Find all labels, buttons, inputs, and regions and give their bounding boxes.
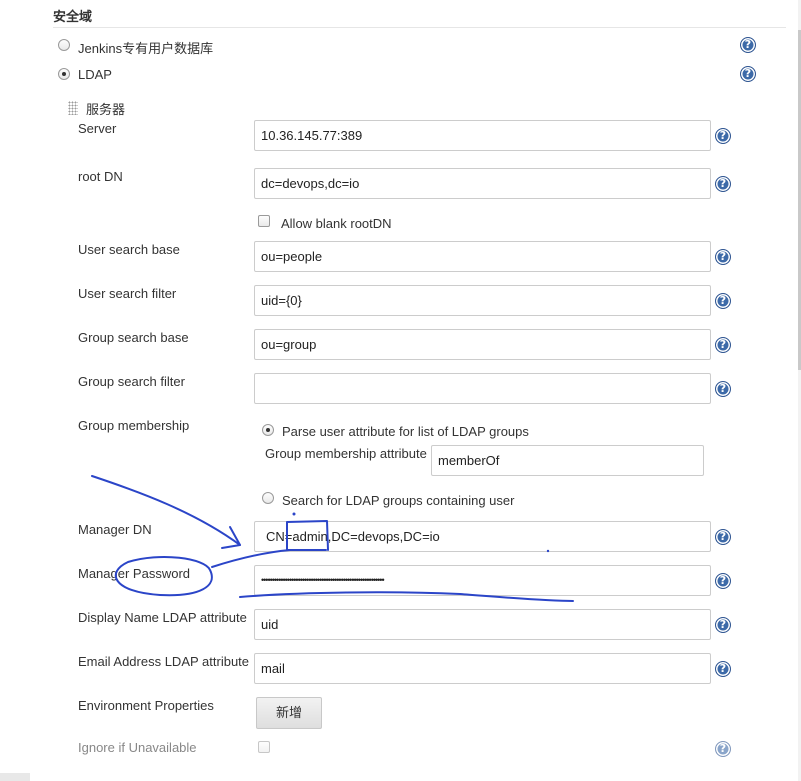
help-icon[interactable]: ? (715, 381, 731, 397)
allow-blank-rootdn-checkbox[interactable] (258, 215, 270, 227)
group-search-base-input[interactable]: ou=group (254, 329, 711, 360)
user-search-filter-input[interactable]: uid={0} (254, 285, 711, 316)
manager-password-label: Manager Password (78, 566, 190, 581)
user-search-filter-label: User search filter (78, 286, 177, 301)
allow-blank-rootdn-label: Allow blank rootDN (281, 216, 392, 231)
group-search-filter-input[interactable] (254, 373, 711, 404)
group-membership-label: Group membership (78, 418, 190, 433)
help-icon[interactable]: ? (715, 249, 731, 265)
manager-dn-input[interactable]: CN=admin,DC=devops,DC=io (254, 521, 711, 552)
page-corner (0, 773, 30, 781)
realm-ldap-label: LDAP (78, 67, 112, 82)
group-membership-attribute-label: Group membership attribute (265, 446, 427, 461)
help-icon[interactable]: ? (715, 573, 731, 589)
root-dn-label: root DN (78, 169, 123, 184)
realm-ldap-radio[interactable] (58, 68, 70, 80)
group-search-filter-label: Group search filter (78, 374, 185, 389)
manager-password-input[interactable]: ••••••••••••••••••••••••••••••••••••••••… (254, 565, 711, 596)
email-attr-label: Email Address LDAP attribute (78, 654, 250, 669)
user-search-base-label: User search base (78, 242, 180, 257)
help-icon[interactable]: ? (715, 741, 731, 757)
help-icon[interactable]: ? (740, 66, 756, 82)
help-icon[interactable]: ? (715, 337, 731, 353)
annotation-arrow-head (221, 526, 241, 549)
realm-jenkins-radio[interactable] (58, 39, 70, 51)
help-icon[interactable]: ? (715, 617, 731, 633)
ignore-unavailable-checkbox[interactable] (258, 741, 270, 753)
annotation-dot (292, 512, 296, 516)
manager-dn-label: Manager DN (78, 522, 152, 537)
section-divider (53, 27, 786, 28)
help-icon[interactable]: ? (715, 128, 731, 144)
env-properties-label: Environment Properties (78, 698, 214, 713)
email-attr-input[interactable]: mail (254, 653, 711, 684)
help-icon[interactable]: ? (715, 176, 731, 192)
server-input[interactable]: 10.36.145.77:389 (254, 120, 711, 151)
group-membership-search-radio[interactable] (262, 492, 274, 504)
ignore-unavailable-label: Ignore if Unavailable (78, 740, 197, 755)
user-search-base-input[interactable]: ou=people (254, 241, 711, 272)
display-name-attr-label: Display Name LDAP attribute (78, 610, 247, 625)
help-icon[interactable]: ? (740, 37, 756, 53)
group-membership-parse-label: Parse user attribute for list of LDAP gr… (282, 424, 529, 439)
server-label: Server (78, 121, 117, 136)
display-name-attr-input[interactable]: uid (254, 609, 711, 640)
server-group-title: 服务器 (86, 102, 126, 117)
group-search-base-label: Group search base (78, 330, 189, 345)
group-membership-search-label: Search for LDAP groups containing user (282, 493, 515, 508)
section-title: 安全域 (53, 9, 93, 24)
group-membership-parse-radio[interactable] (262, 424, 274, 436)
root-dn-input[interactable]: dc=devops,dc=io (254, 168, 711, 199)
help-icon[interactable]: ? (715, 661, 731, 677)
help-icon[interactable]: ? (715, 529, 731, 545)
add-env-property-button[interactable]: 新增 (256, 697, 322, 729)
realm-jenkins-label: Jenkins专有用户数据库 (78, 41, 214, 56)
group-membership-attribute-input[interactable]: memberOf (431, 445, 704, 476)
drag-handle-icon[interactable] (68, 101, 78, 115)
help-icon[interactable]: ? (715, 293, 731, 309)
